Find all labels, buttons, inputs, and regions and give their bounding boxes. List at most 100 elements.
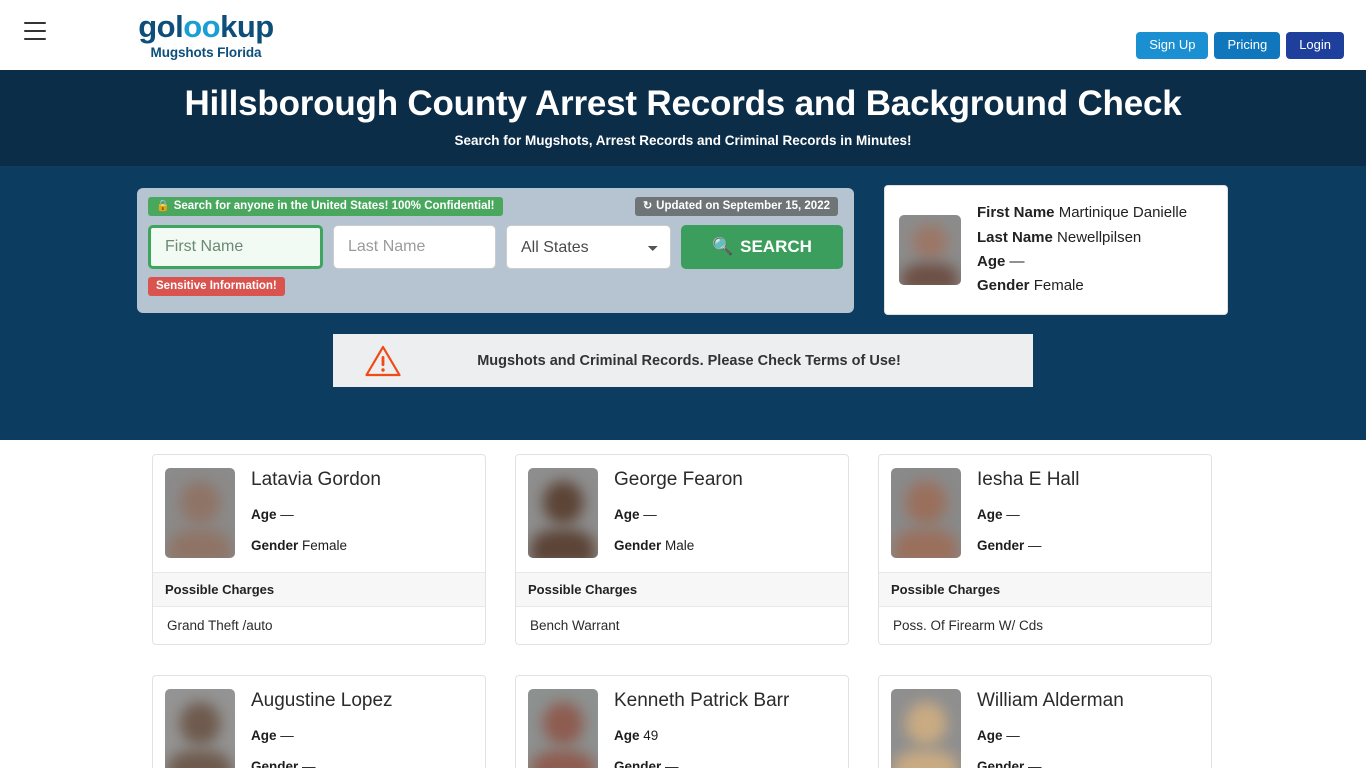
- first-name-value: Martinique Danielle: [1058, 204, 1188, 222]
- result-card-info: Iesha E Hall Age — Gender —: [977, 468, 1079, 558]
- gender-value: Female: [1033, 277, 1084, 295]
- thumbnail-body-blur: [530, 750, 596, 768]
- result-card-info: William Alderman Age — Gender —: [977, 689, 1124, 768]
- age-value: —: [1009, 253, 1025, 270]
- last-name-input[interactable]: [333, 225, 496, 269]
- sensitive-information-badge: Sensitive Information!: [148, 277, 285, 296]
- thumbnail-body-blur: [901, 262, 959, 285]
- hamburger-menu-icon[interactable]: [24, 22, 46, 40]
- result-card[interactable]: George Fearon Age — Gender Male Possible…: [515, 454, 849, 645]
- age-value: —: [280, 506, 294, 522]
- gender-label: Gender: [251, 758, 299, 768]
- site-logo[interactable]: golookup Mugshots Florida: [136, 9, 276, 59]
- state-select[interactable]: All States: [506, 225, 671, 269]
- gender-label: Gender: [614, 758, 662, 768]
- result-card[interactable]: William Alderman Age — Gender —: [878, 675, 1212, 768]
- featured-person-details: First Name Martinique Danielle Last Name…: [977, 201, 1187, 298]
- gender-label: Gender: [251, 537, 299, 553]
- age-value: —: [1006, 727, 1020, 743]
- thumbnail-face-blur: [542, 701, 584, 745]
- person-gender-row: Gender —: [977, 759, 1124, 768]
- featured-age-row: Age —: [977, 250, 1187, 274]
- result-card-info: George Fearon Age — Gender Male: [614, 468, 743, 558]
- result-card[interactable]: Kenneth Patrick Barr Age 49 Gender —: [515, 675, 849, 768]
- updated-badge: ↻ Updated on September 15, 2022: [634, 197, 838, 216]
- gender-value: —: [665, 758, 679, 768]
- gender-value: —: [1028, 758, 1042, 768]
- person-age-row: Age —: [251, 728, 393, 743]
- person-name: George Fearon: [614, 469, 743, 490]
- mugshot-thumbnail: [165, 689, 235, 768]
- possible-charges-header: Possible Charges: [516, 572, 848, 607]
- age-label: Age: [614, 727, 640, 743]
- warning-triangle-icon: [359, 344, 407, 378]
- result-card-header: William Alderman Age — Gender —: [879, 676, 1211, 768]
- person-name: Iesha E Hall: [977, 469, 1080, 490]
- age-value: 49: [643, 727, 659, 743]
- search-section: 🔒 Search for anyone in the United States…: [0, 166, 1366, 440]
- logo-text-accent: oo: [183, 9, 221, 44]
- person-age-row: Age —: [614, 507, 743, 522]
- mugshot-thumbnail: [165, 468, 235, 558]
- sign-up-button[interactable]: Sign Up: [1136, 32, 1209, 60]
- charge-item: Poss. Of Firearm W/ Cds: [893, 618, 1044, 633]
- gender-value: Female: [302, 537, 348, 553]
- last-name-value: Newellpilsen: [1057, 228, 1142, 246]
- featured-first-name-row: First Name Martinique Danielle: [977, 201, 1187, 225]
- result-card[interactable]: Augustine Lopez Age — Gender —: [152, 675, 486, 768]
- search-form-row: All States 🔍 SEARCH: [148, 225, 843, 269]
- lock-icon: 🔒: [156, 199, 170, 212]
- hero-title-band: Hillsborough County Arrest Records and B…: [0, 70, 1366, 166]
- login-button[interactable]: Login: [1286, 32, 1344, 60]
- age-label: Age: [977, 253, 1006, 270]
- page-title: Hillsborough County Arrest Records and B…: [184, 83, 1182, 123]
- gender-value: —: [1028, 537, 1042, 553]
- result-card-header: Augustine Lopez Age — Gender —: [153, 676, 485, 768]
- result-card-header: Latavia Gordon Age — Gender Female: [153, 455, 485, 572]
- thumbnail-face-blur: [905, 701, 947, 745]
- person-gender-row: Gender Female: [251, 538, 381, 553]
- search-panel: 🔒 Search for anyone in the United States…: [137, 188, 854, 313]
- first-name-input[interactable]: [148, 225, 323, 269]
- gender-value: —: [302, 758, 316, 768]
- age-label: Age: [614, 506, 640, 522]
- search-button[interactable]: 🔍 SEARCH: [680, 225, 843, 269]
- thumbnail-face-blur: [542, 480, 584, 524]
- person-gender-row: Gender —: [614, 759, 789, 768]
- page-subtitle: Search for Mugshots, Arrest Records and …: [454, 133, 912, 149]
- featured-person-card[interactable]: First Name Martinique Danielle Last Name…: [884, 185, 1228, 315]
- terms-warning-banner: Mugshots and Criminal Records. Please Ch…: [333, 334, 1033, 387]
- results-section: Latavia Gordon Age — Gender Female Possi…: [0, 440, 1366, 768]
- result-card-info: Latavia Gordon Age — Gender Female: [251, 468, 381, 558]
- gender-label: Gender: [614, 537, 662, 553]
- result-card-header: Kenneth Patrick Barr Age 49 Gender —: [516, 676, 848, 768]
- thumbnail-body-blur: [167, 529, 233, 558]
- thumbnail-body-blur: [893, 750, 959, 768]
- terms-warning-text: Mugshots and Criminal Records. Please Ch…: [477, 352, 901, 369]
- person-age-row: Age —: [251, 507, 381, 522]
- hamburger-line: [24, 22, 46, 24]
- result-card[interactable]: Latavia Gordon Age — Gender Female Possi…: [152, 454, 486, 645]
- confidential-badge: 🔒 Search for anyone in the United States…: [148, 197, 503, 216]
- possible-charges-header: Possible Charges: [879, 572, 1211, 607]
- gender-value: Male: [665, 537, 695, 553]
- person-age-row: Age —: [977, 728, 1124, 743]
- person-gender-row: Gender —: [977, 538, 1079, 553]
- pricing-button[interactable]: Pricing: [1214, 32, 1281, 60]
- result-card[interactable]: Iesha E Hall Age — Gender — Possible Cha…: [878, 454, 1212, 645]
- logo-text-post: kup: [220, 9, 274, 44]
- featured-mugshot-thumbnail: [899, 215, 961, 285]
- featured-last-name-row: Last Name Newellpilsen: [977, 226, 1187, 250]
- possible-charges-header: Possible Charges: [153, 572, 485, 607]
- logo-wordmark: golookup: [136, 9, 276, 44]
- thumbnail-body-blur: [167, 750, 233, 768]
- thumbnail-body-blur: [893, 529, 959, 558]
- age-value: —: [643, 506, 657, 522]
- person-name: William Alderman: [977, 690, 1124, 711]
- person-name: Augustine Lopez: [251, 690, 393, 711]
- confidential-badge-label: Search for anyone in the United States! …: [173, 200, 495, 212]
- thumbnail-face-blur: [179, 701, 221, 745]
- person-name: Kenneth Patrick Barr: [614, 690, 790, 711]
- results-grid: Latavia Gordon Age — Gender Female Possi…: [152, 454, 1214, 768]
- age-value: —: [1006, 506, 1020, 522]
